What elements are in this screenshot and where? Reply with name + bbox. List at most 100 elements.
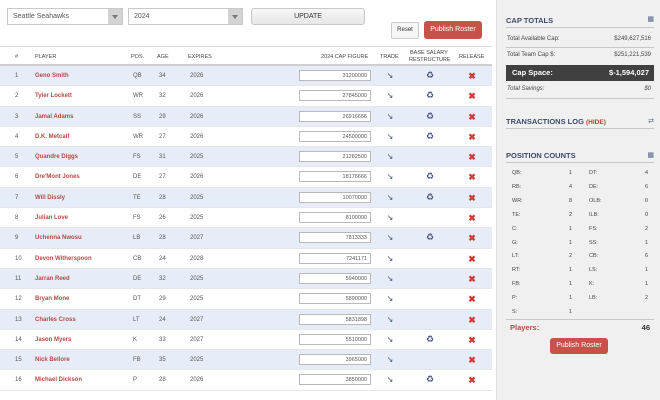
player-position: TE — [133, 194, 141, 201]
transactions-title: TRANSACTIONS LOG — [506, 117, 584, 126]
trade-icon[interactable]: ↘ — [384, 192, 396, 204]
cap-figure-input[interactable]: 31200000 — [299, 70, 371, 81]
trade-icon[interactable]: ↘ — [384, 374, 396, 386]
restructure-icon[interactable]: ♻ — [424, 191, 436, 204]
position-counts-title: POSITION COUNTS — [506, 151, 576, 160]
player-name-link[interactable]: Michael Dickson — [35, 370, 82, 390]
calculator-icon[interactable]: ▦ — [647, 15, 654, 23]
release-icon[interactable]: ✖ — [466, 171, 478, 183]
restructure-icon[interactable]: ♻ — [424, 89, 436, 102]
release-icon[interactable]: ✖ — [466, 314, 478, 326]
hide-transactions-link[interactable]: (HIDE) — [586, 119, 606, 126]
cap-figure-input[interactable]: 10070000 — [299, 191, 371, 203]
trade-icon[interactable]: ↘ — [384, 232, 396, 244]
release-icon[interactable]: ✖ — [466, 111, 478, 123]
header-restructure-2: RESTRUCTURE — [409, 57, 451, 63]
cap-figure-input[interactable]: 27845000 — [299, 90, 371, 102]
restructure-icon[interactable]: ♻ — [424, 110, 436, 123]
player-name-link[interactable]: Geno Smith — [35, 66, 69, 86]
player-name-link[interactable]: Will Dissly — [35, 188, 65, 208]
row-number: 12 — [15, 296, 22, 303]
cap-figure-input[interactable]: 5831898 — [299, 313, 371, 325]
position-label: P: — [512, 295, 518, 302]
player-name-link[interactable]: Jamal Adams — [35, 107, 73, 127]
cap-figure-input[interactable]: 26916666 — [299, 110, 371, 122]
player-position: WR — [133, 133, 143, 140]
trade-icon[interactable]: ↘ — [384, 253, 396, 265]
player-age: 29 — [159, 296, 166, 303]
publish-roster-button-2[interactable]: Publish Roster — [550, 338, 608, 354]
trade-icon[interactable]: ↘ — [384, 212, 396, 224]
table-row: 12 Bryan Mone DT 29 2025 5890000 ↘ ✖ — [0, 289, 492, 310]
trade-icon[interactable]: ↘ — [384, 293, 396, 305]
release-icon[interactable]: ✖ — [466, 131, 478, 143]
cap-figure-input[interactable]: 5890000 — [299, 293, 371, 305]
release-icon[interactable]: ✖ — [466, 151, 478, 163]
reset-button[interactable]: Reset — [391, 22, 419, 39]
trade-icon[interactable]: ↘ — [384, 314, 396, 326]
row-number: 2 — [15, 93, 19, 100]
table-header: # PLAYER POS. AGE EXPIRES 2024 CAP FIGUR… — [0, 46, 492, 66]
cap-figure-input[interactable]: 5510000 — [299, 333, 371, 345]
publish-roster-button[interactable]: Publish Roster — [424, 21, 482, 39]
row-number: 11 — [15, 275, 22, 282]
restructure-icon[interactable]: ♻ — [424, 69, 436, 82]
release-icon[interactable]: ✖ — [466, 253, 478, 265]
table-row: 9 Uchenna Nwosu LB 28 2027 7813333 ↘ ♻ ✖ — [0, 228, 492, 249]
release-icon[interactable]: ✖ — [466, 192, 478, 204]
player-age: 26 — [159, 215, 166, 222]
trade-icon[interactable]: ↘ — [384, 171, 396, 183]
release-icon[interactable]: ✖ — [466, 273, 478, 285]
cap-figure-input[interactable]: 24500000 — [299, 130, 371, 142]
grid-icon[interactable]: ▦ — [647, 151, 654, 159]
release-icon[interactable]: ✖ — [466, 70, 478, 82]
player-name-link[interactable]: Jason Myers — [35, 330, 71, 350]
player-name-link[interactable]: Nick Bellore — [35, 350, 70, 370]
release-icon[interactable]: ✖ — [466, 212, 478, 224]
trade-icon[interactable]: ↘ — [384, 354, 396, 366]
player-name-link[interactable]: Bryan Mone — [35, 289, 69, 309]
cap-figure-input[interactable]: 3965000 — [299, 354, 371, 366]
release-icon[interactable]: ✖ — [466, 232, 478, 244]
release-icon[interactable]: ✖ — [466, 90, 478, 102]
release-icon[interactable]: ✖ — [466, 334, 478, 346]
restructure-icon[interactable]: ♻ — [424, 170, 436, 183]
release-icon[interactable]: ✖ — [466, 293, 478, 305]
player-name-link[interactable]: Tyler Lockett — [35, 86, 72, 106]
cap-figure-input[interactable]: 8100000 — [299, 212, 371, 224]
cap-figure-input[interactable]: 21282500 — [299, 151, 371, 163]
year-select[interactable]: 2024 — [128, 8, 243, 25]
player-name-link[interactable]: Uchenna Nwosu — [35, 228, 82, 248]
player-name-link[interactable]: Devon Witherspoon — [35, 249, 92, 269]
team-select[interactable]: Seattle Seahawks — [7, 8, 123, 25]
trade-icon[interactable]: ↘ — [384, 273, 396, 285]
restructure-icon[interactable]: ♻ — [424, 333, 436, 346]
trade-icon[interactable]: ↘ — [384, 131, 396, 143]
cap-figure-input[interactable]: 7241171 — [299, 252, 371, 264]
trade-icon[interactable]: ↘ — [384, 334, 396, 346]
player-name-link[interactable]: Charles Cross — [35, 310, 76, 330]
trade-icon[interactable]: ↘ — [384, 90, 396, 102]
player-name-link[interactable]: Dre'Mont Jones — [35, 167, 80, 187]
trade-icon[interactable]: ↘ — [384, 70, 396, 82]
restructure-icon[interactable]: ♻ — [424, 130, 436, 143]
restructure-icon[interactable]: ♻ — [424, 373, 436, 386]
player-name-link[interactable]: Quandre Diggs — [35, 147, 78, 167]
cap-figure-input[interactable]: 18176666 — [299, 171, 371, 183]
player-name-link[interactable]: D.K. Metcalf — [35, 127, 69, 147]
trade-icon[interactable]: ↘ — [384, 111, 396, 123]
row-number: 16 — [15, 377, 22, 384]
update-button[interactable]: UPDATE — [251, 8, 365, 25]
player-age: 27 — [159, 174, 166, 181]
cap-figure-input[interactable]: 3850000 — [299, 374, 371, 386]
trade-icon[interactable]: ↘ — [384, 151, 396, 163]
divider — [506, 47, 654, 48]
player-name-link[interactable]: Jarran Reed — [35, 269, 70, 289]
swap-icon[interactable]: ⇄ — [648, 117, 654, 125]
restructure-icon[interactable]: ♻ — [424, 231, 436, 244]
release-icon[interactable]: ✖ — [466, 374, 478, 386]
player-name-link[interactable]: Julian Love — [35, 208, 68, 228]
cap-figure-input[interactable]: 5940000 — [299, 272, 371, 284]
release-icon[interactable]: ✖ — [466, 354, 478, 366]
cap-figure-input[interactable]: 7813333 — [299, 232, 371, 244]
